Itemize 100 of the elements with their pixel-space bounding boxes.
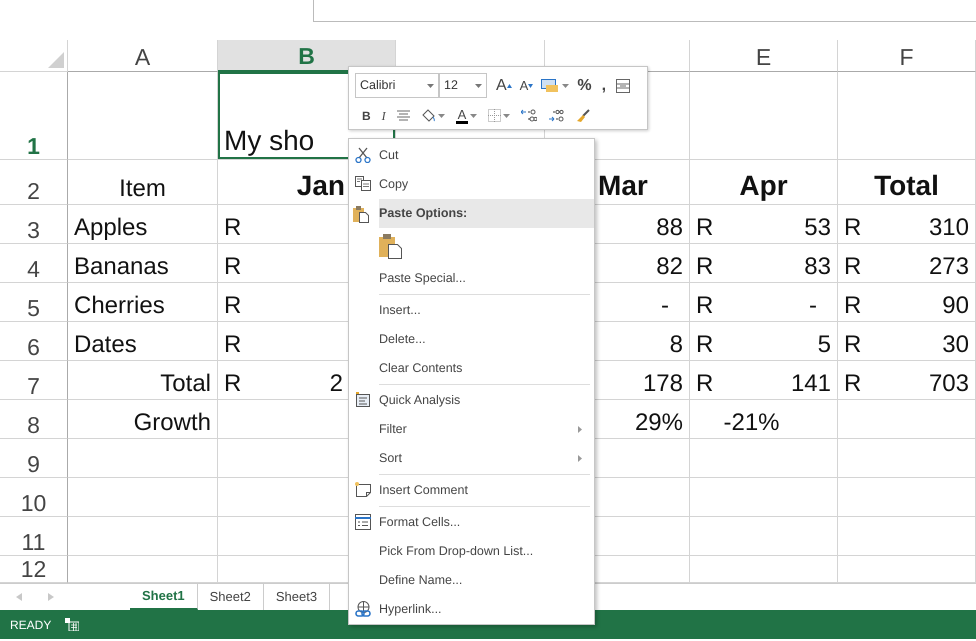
clipboard-icon <box>353 205 369 223</box>
empty-cell[interactable]: R 310 <box>838 205 976 244</box>
grow-font-button[interactable]: A <box>495 78 513 94</box>
empty-cell[interactable]: Total <box>68 361 218 400</box>
cell-number: 703 <box>928 370 969 397</box>
empty-cell[interactable] <box>838 556 976 583</box>
increase-decimal-button[interactable] <box>520 109 538 122</box>
empty-cell[interactable]: R 273 <box>838 244 976 283</box>
macro-icon <box>65 618 80 631</box>
empty-cell[interactable] <box>838 517 976 556</box>
row-header[interactable]: 10 <box>0 478 68 517</box>
cell-text: Apples <box>74 214 148 241</box>
paste-option-button[interactable] <box>379 233 403 259</box>
row-header[interactable]: 1 <box>0 72 68 160</box>
empty-cell[interactable]: Apr <box>690 160 838 205</box>
empty-cell[interactable] <box>68 72 218 160</box>
empty-cell[interactable] <box>690 72 838 160</box>
cell-number: 273 <box>928 254 969 280</box>
empty-cell[interactable] <box>690 478 838 517</box>
row-header[interactable]: 9 <box>0 439 68 478</box>
empty-cell[interactable]: Bananas <box>68 244 218 283</box>
empty-cell[interactable]: Item <box>68 160 218 205</box>
empty-cell[interactable] <box>690 556 838 583</box>
empty-cell[interactable]: R 83 <box>690 244 838 283</box>
cell-number: 310 <box>928 214 969 241</box>
row-header[interactable]: 2 <box>0 160 68 205</box>
empty-cell[interactable]: R 90 <box>838 283 976 322</box>
cell-number: 53 <box>804 214 831 241</box>
empty-cell[interactable]: Cherries <box>68 283 218 322</box>
empty-cell[interactable]: Total <box>838 160 976 205</box>
empty-cell[interactable] <box>690 517 838 556</box>
empty-cell[interactable]: R 53 <box>690 205 838 244</box>
empty-cell[interactable]: Growth <box>68 400 218 439</box>
row-header[interactable]: 8 <box>0 400 68 439</box>
sheet-tab[interactable]: Sheet1 <box>130 584 198 610</box>
empty-cell[interactable]: R 141 <box>690 361 838 400</box>
dropdown-icon <box>470 114 478 118</box>
empty-cell[interactable] <box>690 439 838 478</box>
empty-cell[interactable]: Dates <box>68 322 218 361</box>
borders-button[interactable] <box>487 109 512 122</box>
table-icon <box>616 78 630 92</box>
note-icon <box>355 482 372 497</box>
number-format-button[interactable] <box>540 78 570 92</box>
row-header[interactable]: 6 <box>0 322 68 361</box>
menu-item[interactable]: Insert Comment <box>349 476 594 505</box>
empty-cell[interactable]: Apples <box>68 205 218 244</box>
column-header[interactable]: E <box>690 40 838 72</box>
empty-cell[interactable] <box>838 439 976 478</box>
cell-text: 29% <box>634 410 683 436</box>
cell-number: 141 <box>790 370 831 397</box>
italic-button[interactable]: I <box>380 110 387 122</box>
empty-cell[interactable]: R 703 <box>838 361 976 400</box>
align-button[interactable] <box>396 110 411 121</box>
merge-button[interactable] <box>615 78 632 92</box>
currency-symbol: R <box>696 370 714 397</box>
menu-item[interactable]: Format Cells... <box>349 508 594 537</box>
scroll-right-icon <box>48 593 54 601</box>
currency-symbol: R <box>844 214 862 241</box>
empty-cell[interactable]: R 5 <box>690 322 838 361</box>
dropdown-icon <box>562 84 570 88</box>
cell-text: Bananas <box>74 254 169 280</box>
font-name-field[interactable]: Calibri <box>355 73 439 98</box>
format-button[interactable]: , <box>600 78 608 94</box>
paintbrush-icon <box>575 108 590 122</box>
column-header[interactable]: F <box>838 40 976 72</box>
cell-number: 90 <box>942 292 969 319</box>
formula-bar[interactable] <box>313 0 976 22</box>
empty-cell[interactable] <box>838 478 976 517</box>
empty-cell[interactable] <box>68 478 218 517</box>
empty-cell[interactable] <box>68 439 218 478</box>
format-button[interactable]: % <box>576 78 593 94</box>
row-header[interactable]: 5 <box>0 283 68 322</box>
font-color-button[interactable]: A <box>454 108 478 124</box>
row-header[interactable]: 12 <box>0 556 68 583</box>
empty-cell[interactable] <box>838 400 976 439</box>
bold-button[interactable]: B <box>361 110 372 122</box>
shrink-font-button[interactable]: A <box>518 79 534 92</box>
empty-cell[interactable]: -21% <box>690 400 838 439</box>
menu-item[interactable]: Pick From Drop-down List... <box>349 537 594 566</box>
row-header[interactable]: 7 <box>0 361 68 400</box>
menu-item[interactable]: Define Name... <box>349 566 594 595</box>
menu-item[interactable]: Sort <box>349 444 594 473</box>
fill-color-button[interactable] <box>420 109 446 122</box>
menu-item[interactable]: Hyperlink... <box>349 595 594 624</box>
cell-text: Growth <box>134 410 211 436</box>
column-header[interactable]: B <box>218 40 396 72</box>
row-header[interactable]: 11 <box>0 517 68 556</box>
empty-cell[interactable]: R - <box>690 283 838 322</box>
currency-symbol: R <box>844 332 862 358</box>
cell-number: 2 <box>330 370 343 397</box>
currency-symbol: R <box>224 332 242 358</box>
empty-cell[interactable]: R 30 <box>838 322 976 361</box>
font-size-field[interactable]: 12 <box>439 73 487 98</box>
row-header[interactable]: 4 <box>0 244 68 283</box>
decrease-decimal-button[interactable] <box>547 109 566 122</box>
analysis-icon <box>355 392 371 408</box>
empty-cell[interactable] <box>68 517 218 556</box>
row-header[interactable]: 3 <box>0 205 68 244</box>
empty-cell[interactable] <box>838 72 976 160</box>
empty-cell[interactable] <box>68 556 218 583</box>
